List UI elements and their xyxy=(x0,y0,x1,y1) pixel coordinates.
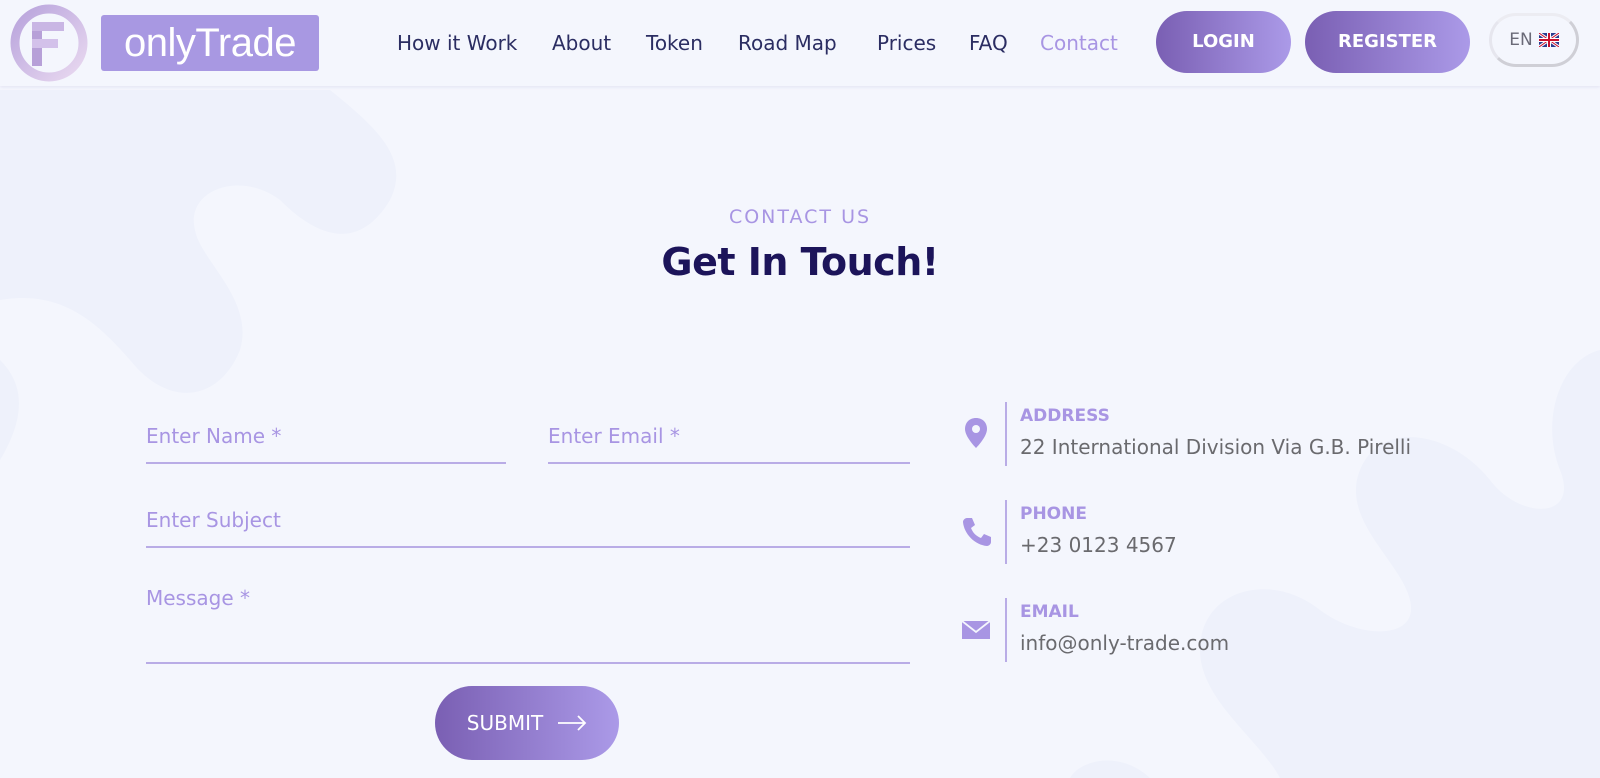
phone-info: PHONE +23 0123 4567 xyxy=(960,500,1440,566)
address-info: ADDRESS 22 International Division Via G.… xyxy=(960,402,1440,468)
top-navbar: onlyTrade How it Work About Token Road M… xyxy=(0,0,1600,86)
login-button[interactable]: LOGIN xyxy=(1156,11,1291,73)
uk-flag-icon xyxy=(1538,33,1559,47)
name-field-wrapper xyxy=(146,410,506,464)
email-label: EMAIL xyxy=(1020,602,1079,622)
subject-input[interactable] xyxy=(146,494,910,546)
phone-icon xyxy=(963,518,991,546)
nav-item-road-map[interactable]: Road Map xyxy=(738,26,837,60)
submit-label: SUBMIT xyxy=(466,711,544,735)
language-code: EN xyxy=(1509,30,1533,50)
submit-button[interactable]: SUBMIT xyxy=(435,686,619,760)
email-field-wrapper xyxy=(548,410,910,464)
logo-icon[interactable] xyxy=(10,4,88,82)
nav-item-about[interactable]: About xyxy=(552,26,611,60)
nav-item-prices[interactable]: Prices xyxy=(877,26,936,60)
map-pin-icon xyxy=(965,418,987,448)
subject-field-wrapper xyxy=(146,494,910,548)
nav-item-faq[interactable]: FAQ xyxy=(969,26,1008,60)
email-input[interactable] xyxy=(548,410,910,462)
nav-item-token[interactable]: Token xyxy=(646,26,703,60)
brand-name[interactable]: onlyTrade xyxy=(101,15,319,71)
nav-item-how-it-work[interactable]: How it Work xyxy=(397,26,517,60)
message-field-wrapper xyxy=(146,586,910,664)
phone-value: +23 0123 4567 xyxy=(1020,533,1177,557)
email-info: EMAIL info@only-trade.com xyxy=(960,598,1440,664)
name-input[interactable] xyxy=(146,410,506,462)
phone-label: PHONE xyxy=(1020,504,1087,524)
page-title: Get In Touch! xyxy=(661,240,939,284)
message-textarea[interactable] xyxy=(146,586,910,662)
arrow-right-icon xyxy=(558,715,587,731)
divider xyxy=(1005,500,1007,564)
section-eyebrow: CONTACT US xyxy=(728,206,872,228)
email-value: info@only-trade.com xyxy=(1020,631,1230,655)
language-selector[interactable]: EN xyxy=(1489,13,1579,67)
envelope-icon xyxy=(961,620,991,639)
divider xyxy=(1005,598,1007,662)
divider xyxy=(1005,402,1007,466)
address-value: 22 International Division Via G.B. Pirel… xyxy=(1020,435,1412,459)
register-button[interactable]: REGISTER xyxy=(1305,11,1470,73)
address-label: ADDRESS xyxy=(1020,406,1110,426)
nav-item-contact[interactable]: Contact xyxy=(1040,26,1118,60)
